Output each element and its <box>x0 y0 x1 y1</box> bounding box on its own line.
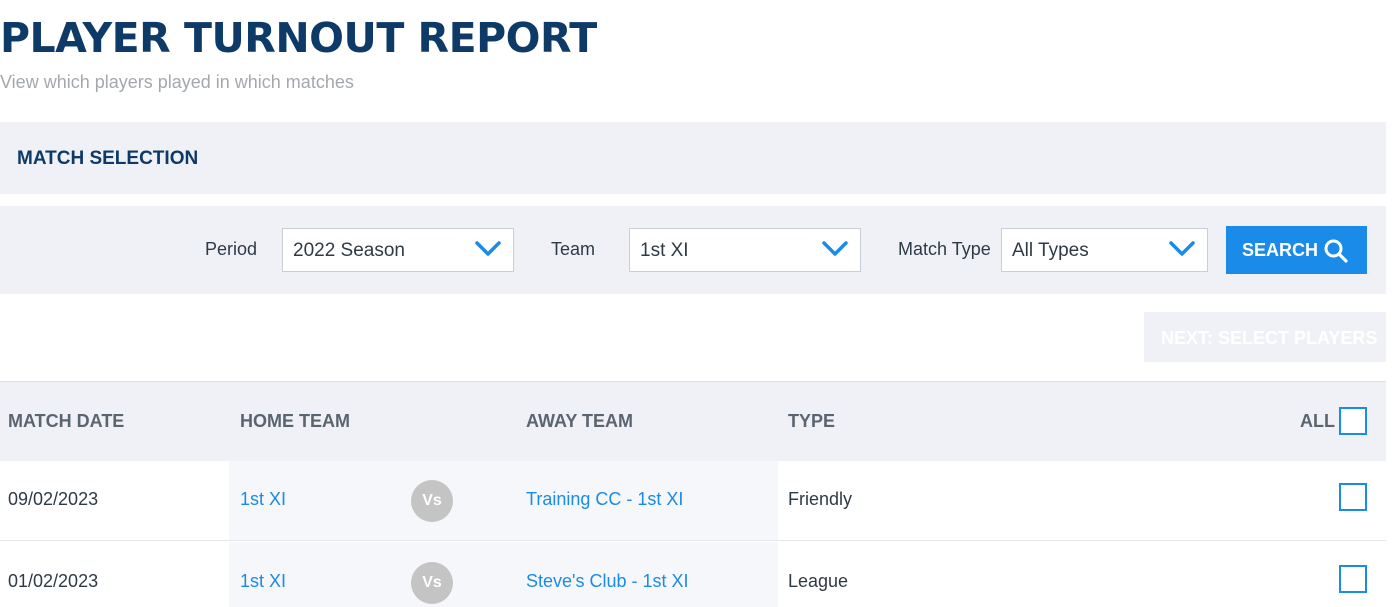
column-header-match-date: MATCH DATE <box>8 411 125 431</box>
team-band <box>229 461 778 540</box>
match-type: League <box>788 571 849 591</box>
page-title: PLAYER TURNOUT REPORT <box>0 14 597 62</box>
search-button-label: SEARCH <box>1242 240 1319 260</box>
period-select-value: 2022 Season <box>293 240 405 261</box>
match-type: Friendly <box>788 489 853 509</box>
row-select-checkbox[interactable] <box>1339 565 1367 593</box>
column-header-away-team: AWAY TEAM <box>526 411 634 431</box>
period-label: Period <box>205 239 258 259</box>
chevron-down-icon <box>1169 241 1195 256</box>
match-date: 09/02/2023 <box>8 489 99 509</box>
table-header: MATCH DATE HOME TEAM AWAY TEAM TYPE ALL <box>0 381 1386 461</box>
team-band <box>229 542 778 607</box>
match-date: 01/02/2023 <box>8 571 99 591</box>
home-team-link[interactable]: 1st XI <box>240 571 286 592</box>
filter-bar: Period 2022 Season Team 1st XI Match Typ… <box>0 206 1386 294</box>
table-row: 09/02/2023 1st XI Vs Training CC - 1st X… <box>0 461 1386 541</box>
match-type-label: Match Type <box>898 239 991 259</box>
match-selection-title: MATCH SELECTION <box>17 148 199 169</box>
match-type-select-value: All Types <box>1012 240 1089 261</box>
chevron-down-icon <box>822 241 848 256</box>
search-icon <box>1324 239 1348 263</box>
column-header-type: TYPE <box>788 411 836 431</box>
team-select[interactable]: 1st XI <box>629 228 861 272</box>
away-team-link[interactable]: Training CC - 1st XI <box>526 489 683 510</box>
row-select-checkbox[interactable] <box>1339 483 1367 511</box>
vs-badge: Vs <box>411 480 453 522</box>
search-button[interactable]: SEARCH <box>1226 226 1367 274</box>
column-header-all: ALL <box>1300 411 1335 431</box>
select-all-checkbox[interactable] <box>1339 407 1367 435</box>
team-label: Team <box>551 239 596 259</box>
page-subtitle: View which players played in which match… <box>0 72 354 92</box>
home-team-link[interactable]: 1st XI <box>240 489 286 510</box>
away-team-link[interactable]: Steve's Club - 1st XI <box>526 571 689 592</box>
next-button-label: NEXT: SELECT PLAYERS <box>1161 328 1378 348</box>
column-header-home-team: HOME TEAM <box>240 411 350 431</box>
table-row: 01/02/2023 1st XI Vs Steve's Club - 1st … <box>0 542 1386 607</box>
team-select-value: 1st XI <box>640 240 689 261</box>
period-select[interactable]: 2022 Season <box>282 228 514 272</box>
match-selection-panel: MATCH SELECTION <box>0 122 1386 194</box>
vs-badge: Vs <box>411 562 453 604</box>
next-select-players-button[interactable]: NEXT: SELECT PLAYERS <box>1144 312 1386 362</box>
chevron-down-icon <box>475 241 501 256</box>
match-type-select[interactable]: All Types <box>1001 228 1208 272</box>
